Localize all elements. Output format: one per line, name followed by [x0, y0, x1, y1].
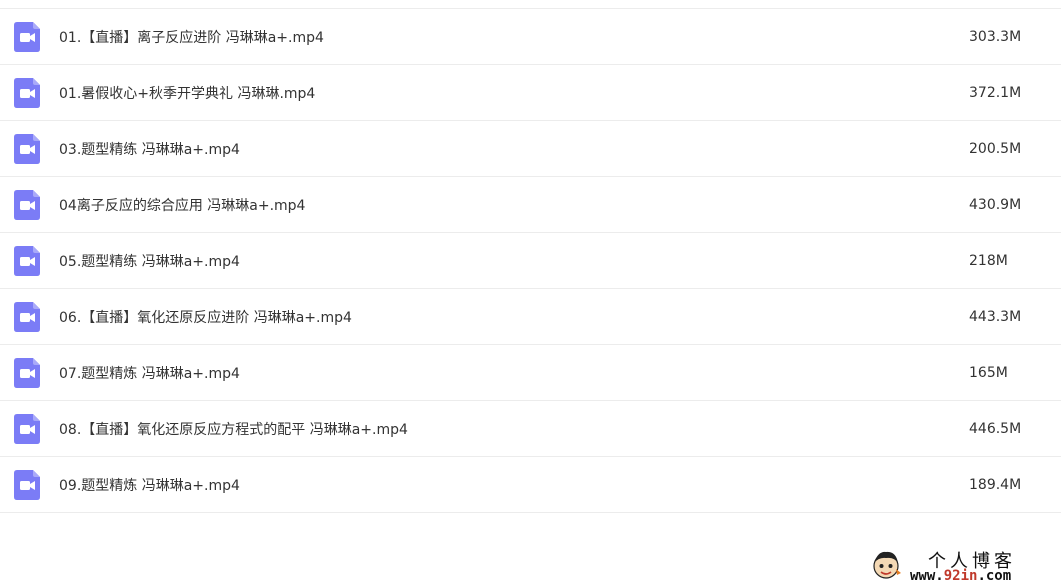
watermark-url-highlight: 92in [943, 568, 978, 584]
file-row[interactable]: 01.暑假收心+秋季开学典礼 冯琳琳.mp4 372.1M [0, 65, 1061, 121]
video-file-icon [14, 358, 40, 388]
file-row[interactable]: 07.题型精炼 冯琳琳a+.mp4 165M [0, 345, 1061, 401]
watermark-url: www.92in.com [910, 568, 1011, 584]
video-file-icon [14, 470, 40, 500]
file-row[interactable]: 05.题型精练 冯琳琳a+.mp4 218M [0, 233, 1061, 289]
file-row[interactable]: 06.【直播】氧化还原反应进阶 冯琳琳a+.mp4 443.3M [0, 289, 1061, 345]
file-name: 09.题型精炼 冯琳琳a+.mp4 [59, 477, 240, 494]
file-name: 01.【直播】离子反应进阶 冯琳琳a+.mp4 [59, 29, 324, 46]
file-size: 303.3M [969, 28, 1022, 45]
file-size: 218M [969, 252, 1008, 269]
file-size: 443.3M [969, 308, 1022, 325]
file-size: 430.9M [969, 196, 1022, 213]
video-file-icon [14, 190, 40, 220]
video-file-icon [14, 302, 40, 332]
site-watermark: 个人博客 www.92in.com [868, 545, 1058, 585]
file-size: 372.1M [969, 84, 1022, 101]
cartoon-face-icon [873, 551, 901, 579]
file-row[interactable]: 09.题型精炼 冯琳琳a+.mp4 189.4M [0, 457, 1061, 513]
file-name: 01.暑假收心+秋季开学典礼 冯琳琳.mp4 [59, 85, 316, 102]
file-name: 08.【直播】氧化还原反应方程式的配平 冯琳琳a+.mp4 [59, 421, 408, 438]
watermark-url-prefix: www. [910, 568, 944, 584]
video-file-icon [14, 78, 40, 108]
file-size: 446.5M [969, 420, 1022, 437]
file-name: 05.题型精练 冯琳琳a+.mp4 [59, 253, 240, 270]
file-row[interactable]: 04离子反应的综合应用 冯琳琳a+.mp4 430.9M [0, 177, 1061, 233]
watermark-url-suffix: .com [977, 568, 1012, 584]
file-row[interactable]: 03.题型精练 冯琳琳a+.mp4 200.5M [0, 121, 1061, 177]
file-list: 01.【直播】离子反应进阶 冯琳琳a+.mp4 303.3M 01.暑假收心+秋… [0, 8, 1061, 513]
file-size: 189.4M [969, 476, 1022, 493]
file-name: 06.【直播】氧化还原反应进阶 冯琳琳a+.mp4 [59, 309, 352, 326]
video-file-icon [14, 414, 40, 444]
video-file-icon [14, 246, 40, 276]
file-name: 04离子反应的综合应用 冯琳琳a+.mp4 [59, 197, 306, 214]
file-name: 03.题型精练 冯琳琳a+.mp4 [59, 141, 240, 158]
file-row[interactable]: 08.【直播】氧化还原反应方程式的配平 冯琳琳a+.mp4 446.5M [0, 401, 1061, 457]
file-size: 200.5M [969, 140, 1022, 157]
file-name: 07.题型精炼 冯琳琳a+.mp4 [59, 365, 240, 382]
video-file-icon [14, 134, 40, 164]
file-row[interactable]: 01.【直播】离子反应进阶 冯琳琳a+.mp4 303.3M [0, 9, 1061, 65]
file-size: 165M [969, 364, 1008, 381]
video-file-icon [14, 22, 40, 52]
